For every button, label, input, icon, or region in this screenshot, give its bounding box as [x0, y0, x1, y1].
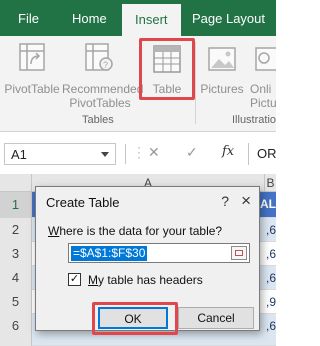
pivottable-button[interactable]: PivotTable	[4, 40, 60, 110]
has-headers-accelerator: M	[88, 273, 98, 287]
pictures-label: Pictures	[200, 82, 244, 96]
insert-function-icon[interactable]: fx	[222, 144, 234, 159]
collapse-dialog-button[interactable]	[231, 246, 247, 260]
pictures-button[interactable]: Pictures	[199, 40, 245, 110]
formula-bar: A1 ⋮ ✕ ✓ fx OR	[0, 132, 277, 174]
recommended-pivottables-button[interactable]: ? Recommended PivotTables	[62, 40, 144, 114]
collapse-dialog-icon	[235, 250, 243, 256]
name-box-value: A1	[11, 147, 27, 162]
recommended-pivottables-icon: ?	[85, 43, 113, 71]
online-pictures-button[interactable]: Onli Pictu	[248, 40, 276, 114]
ribbon-insert: PivotTable ? Recommended PivotTables Tab…	[0, 36, 276, 132]
formula-input[interactable]: OR	[248, 143, 288, 165]
ribbon-tab-bar: File Home Insert Page Layout	[0, 0, 276, 36]
has-headers-text: y table has headers	[98, 273, 203, 287]
ribbon-group-divider	[195, 42, 196, 124]
column-header-b[interactable]: B	[264, 174, 276, 192]
help-icon[interactable]: ?	[221, 193, 229, 209]
row-header-1[interactable]: 1	[0, 192, 32, 218]
chevron-down-icon[interactable]	[101, 152, 109, 157]
cancel-icon[interactable]: ✕	[148, 144, 160, 161]
cell-peek: AL	[260, 197, 276, 211]
online-pictures-label-line1: Onli	[250, 82, 272, 96]
pivottable-icon	[19, 43, 45, 71]
svg-text:?: ?	[103, 60, 108, 70]
online-pictures-icon	[255, 47, 276, 71]
name-box[interactable]: A1	[4, 143, 116, 165]
ok-button-highlight	[92, 302, 178, 335]
dialog-title: Create Table	[46, 195, 120, 210]
cell-peek: ,6	[265, 247, 276, 261]
row-header-5[interactable]: 5	[0, 290, 32, 314]
more-options-icon: ⋮	[132, 144, 146, 160]
cancel-button[interactable]: Cancel	[178, 307, 254, 329]
close-icon[interactable]: ×	[241, 191, 251, 211]
enter-icon[interactable]: ✓	[186, 144, 198, 161]
tab-page-layout[interactable]: Page Layout	[192, 0, 265, 36]
group-label-tables: Tables	[82, 114, 114, 126]
range-prompt-accelerator: W	[48, 224, 60, 238]
row-header-2[interactable]: 2	[0, 218, 32, 242]
cell-peek: ,6	[265, 223, 276, 237]
cell-peek: ,6	[265, 271, 276, 285]
tab-file[interactable]: File	[18, 0, 39, 36]
cell-peek: ,9	[265, 295, 276, 309]
row-header-4[interactable]: 4	[0, 266, 32, 290]
has-headers-label[interactable]: My table has headers	[88, 273, 203, 287]
row-header-3[interactable]: 3	[0, 242, 32, 266]
formula-bar-divider	[125, 144, 126, 164]
tab-insert[interactable]: Insert	[122, 4, 181, 36]
formula-value: OR	[257, 146, 277, 161]
pictures-icon	[208, 47, 236, 71]
table-button-highlight	[139, 38, 195, 100]
recommended-label-line1: Recommended	[62, 82, 144, 96]
range-prompt-text: here is the data for your table?	[59, 224, 223, 238]
cell-peek: ,6	[265, 319, 276, 333]
select-all-corner[interactable]	[0, 174, 32, 192]
online-pictures-label-line2: Pictu	[250, 96, 276, 110]
range-prompt: Where is the data for your table?	[48, 224, 222, 238]
pivottable-label: PivotTable	[4, 82, 60, 96]
range-input[interactable]: =$A$1:$F$30	[68, 243, 250, 263]
row-header-6[interactable]: 6	[0, 314, 32, 346]
group-label-illustrations: Illustratio	[232, 114, 277, 126]
range-value: =$A$1:$F$30	[71, 246, 148, 261]
tab-home[interactable]: Home	[72, 0, 107, 36]
recommended-label-line2: PivotTables	[69, 96, 131, 110]
has-headers-checkbox[interactable]: ✓	[68, 273, 81, 286]
